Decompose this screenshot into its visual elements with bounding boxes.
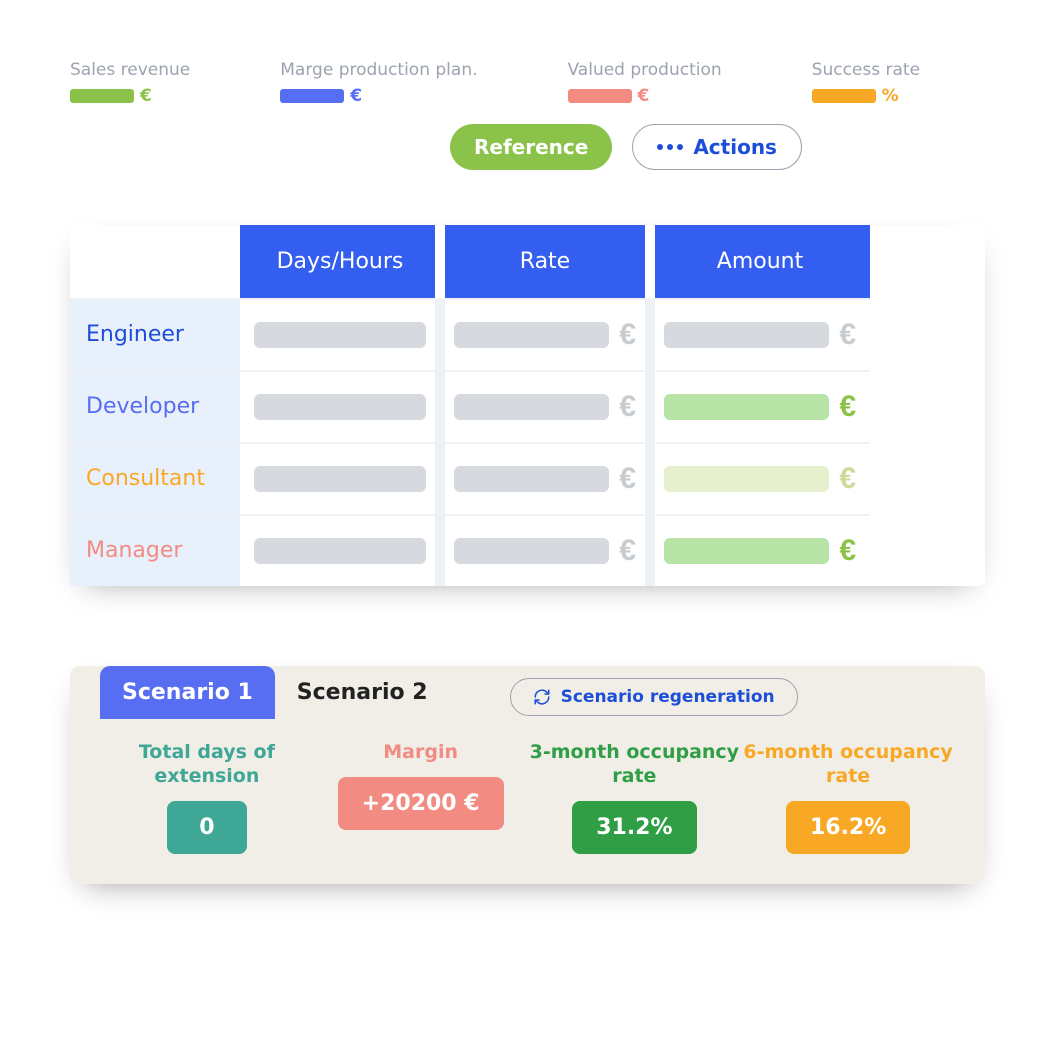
swatch-orange <box>812 89 876 103</box>
legend-label: Success rate <box>812 60 920 80</box>
column-header-days-hours: Days/Hours <box>240 225 440 298</box>
euro-icon: € <box>839 318 856 352</box>
metric-label: Margin <box>314 741 528 765</box>
row-label-manager: Manager <box>70 514 240 586</box>
swatch-blue <box>280 89 344 103</box>
legend-margin-plan: Marge production plan. € <box>280 60 477 106</box>
legend-label: Sales revenue <box>70 60 190 80</box>
cell-amount[interactable]: € <box>650 298 870 370</box>
metric-label: 6-month occupancy rate <box>741 741 955 789</box>
cell-rate[interactable]: € <box>440 298 650 370</box>
cell-days[interactable] <box>240 298 440 370</box>
cell-rate[interactable]: € <box>440 514 650 586</box>
euro-icon: € <box>619 390 636 424</box>
legend-success-rate: Success rate % <box>812 60 920 106</box>
cell-rate[interactable]: € <box>440 442 650 514</box>
value-placeholder <box>664 538 829 564</box>
value-placeholder <box>254 538 426 564</box>
rates-table: Days/Hours Rate Amount Engineer € € Deve… <box>70 225 985 586</box>
actions-button[interactable]: Actions <box>632 124 802 170</box>
metric-margin: Margin +20200 € <box>314 741 528 854</box>
cell-amount[interactable]: € <box>650 514 870 586</box>
refresh-icon <box>533 688 551 706</box>
scenario-regeneration-button[interactable]: Scenario regeneration <box>510 678 798 716</box>
tab-scenario-1[interactable]: Scenario 1 <box>100 666 275 719</box>
value-placeholder <box>454 394 609 420</box>
euro-icon: € <box>839 462 856 496</box>
reference-button[interactable]: Reference <box>450 124 612 170</box>
euro-icon: € <box>619 318 636 352</box>
metric-value: 16.2% <box>786 801 910 854</box>
metric-value: 31.2% <box>572 801 696 854</box>
column-header-rate: Rate <box>440 225 650 298</box>
legend-unit: % <box>882 86 899 106</box>
row-label-consultant: Consultant <box>70 442 240 514</box>
value-placeholder <box>664 466 829 492</box>
cell-days[interactable] <box>240 442 440 514</box>
euro-icon: € <box>839 390 856 424</box>
row-label-developer: Developer <box>70 370 240 442</box>
value-placeholder <box>254 394 426 420</box>
tab-scenario-2[interactable]: Scenario 2 <box>275 666 450 719</box>
actions-button-label: Actions <box>693 135 777 159</box>
cell-amount[interactable]: € <box>650 442 870 514</box>
metric-6-month-occupancy: 6-month occupancy rate 16.2% <box>741 741 955 854</box>
value-placeholder <box>254 322 426 348</box>
value-placeholder <box>454 466 609 492</box>
legend-label: Valued production <box>568 60 722 80</box>
swatch-red <box>568 89 632 103</box>
value-placeholder <box>254 466 426 492</box>
column-header-amount: Amount <box>650 225 870 298</box>
cell-days[interactable] <box>240 370 440 442</box>
metric-total-days-extension: Total days of extension 0 <box>100 741 314 854</box>
legend-valued-production: Valued production € <box>568 60 722 106</box>
reference-button-label: Reference <box>474 135 588 159</box>
euro-icon: € <box>619 534 636 568</box>
ellipsis-icon <box>657 144 683 150</box>
action-buttons-row: Reference Actions <box>450 124 985 170</box>
metric-label: Total days of extension <box>100 741 314 789</box>
swatch-green <box>70 89 134 103</box>
legend-sales-revenue: Sales revenue € <box>70 60 190 106</box>
scenario-panel: Scenario 1 Scenario 2 Scenario regenerat… <box>70 666 985 884</box>
metric-value: +20200 € <box>338 777 504 830</box>
value-placeholder <box>664 322 829 348</box>
cell-rate[interactable]: € <box>440 370 650 442</box>
value-placeholder <box>664 394 829 420</box>
metric-label: 3-month occupancy rate <box>528 741 742 789</box>
legend-unit: € <box>140 86 152 106</box>
metric-3-month-occupancy: 3-month occupancy rate 31.2% <box>528 741 742 854</box>
legend-unit: € <box>638 86 650 106</box>
legend-label: Marge production plan. <box>280 60 477 80</box>
cell-amount[interactable]: € <box>650 370 870 442</box>
euro-icon: € <box>619 462 636 496</box>
euro-icon: € <box>839 534 856 568</box>
metric-value: 0 <box>167 801 247 854</box>
legend-unit: € <box>350 86 362 106</box>
scenario-regeneration-label: Scenario regeneration <box>561 687 775 707</box>
cell-days[interactable] <box>240 514 440 586</box>
kpi-legend: Sales revenue € Marge production plan. €… <box>70 60 985 106</box>
value-placeholder <box>454 538 609 564</box>
value-placeholder <box>454 322 609 348</box>
row-label-engineer: Engineer <box>70 298 240 370</box>
